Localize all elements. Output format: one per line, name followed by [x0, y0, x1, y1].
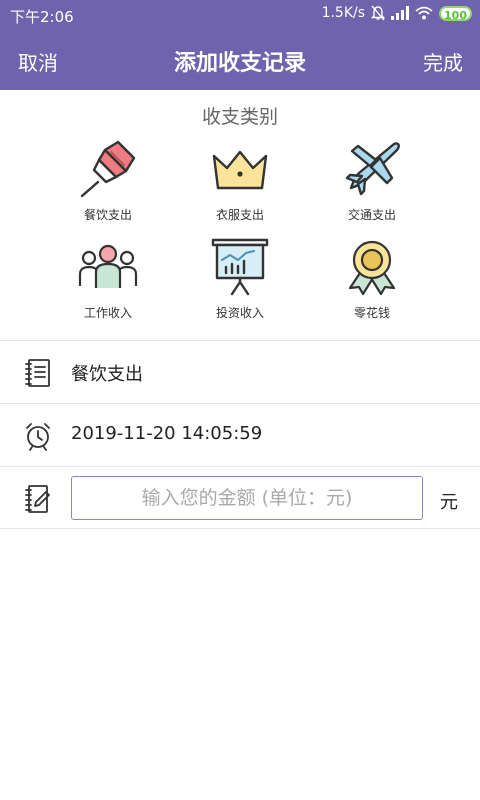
category-grid: 餐饮支出 衣服支出 交通支出 工作收入 投资收入 零花钱 [42, 138, 438, 336]
amount-input[interactable] [71, 476, 423, 520]
pushpin-icon [80, 140, 136, 198]
category-label: 投资收入 [215, 306, 264, 320]
category-transport[interactable]: 交通支出 [306, 138, 438, 236]
done-button[interactable]: 完成 [423, 47, 463, 76]
category-work-income[interactable]: 工作收入 [42, 236, 174, 336]
medal-icon [348, 240, 396, 296]
category-clothing[interactable]: 衣服支出 [174, 138, 306, 236]
category-label: 衣服支出 [215, 208, 264, 222]
crown-icon [212, 150, 268, 190]
edit-note-icon [25, 485, 50, 513]
category-pocket-money[interactable]: 零花钱 [306, 236, 438, 336]
unit-label: 元 [440, 492, 458, 513]
page-title: 添加收支记录 [173, 51, 306, 76]
status-right: 1.5K/s 100 [321, 5, 472, 22]
mute-icon [371, 5, 386, 21]
chart-board-icon [211, 238, 269, 296]
category-row[interactable]: 餐饮支出 [0, 340, 480, 403]
category-label: 交通支出 [347, 208, 396, 222]
category-label: 餐饮支出 [83, 208, 132, 222]
alarm-clock-icon [26, 423, 50, 451]
header-bar: 取消 添加收支记录 完成 [0, 30, 480, 90]
status-time: 下午2:06 [10, 8, 74, 26]
people-icon [78, 244, 138, 288]
datetime-row[interactable]: 2019-11-20 14:05:59 [0, 403, 480, 466]
category-investment-income[interactable]: 投资收入 [174, 236, 306, 336]
selected-category: 餐饮支出 [71, 364, 143, 385]
category-dining[interactable]: 餐饮支出 [42, 138, 174, 236]
category-label: 零花钱 [353, 306, 390, 320]
network-speed: 1.5K/s [321, 5, 366, 21]
signal-icon [391, 6, 410, 20]
datetime-value: 2019-11-20 14:05:59 [71, 423, 263, 444]
status-bar: 下午2:06 1.5K/s 100 [0, 0, 480, 30]
category-label: 工作收入 [83, 306, 132, 320]
battery-icon: 100 [439, 5, 472, 22]
amount-row: 元 [0, 466, 480, 529]
airplane-icon [345, 142, 400, 196]
wifi-icon [415, 6, 433, 20]
category-section-title: 收支类别 [201, 106, 278, 128]
notebook-icon [25, 359, 50, 387]
